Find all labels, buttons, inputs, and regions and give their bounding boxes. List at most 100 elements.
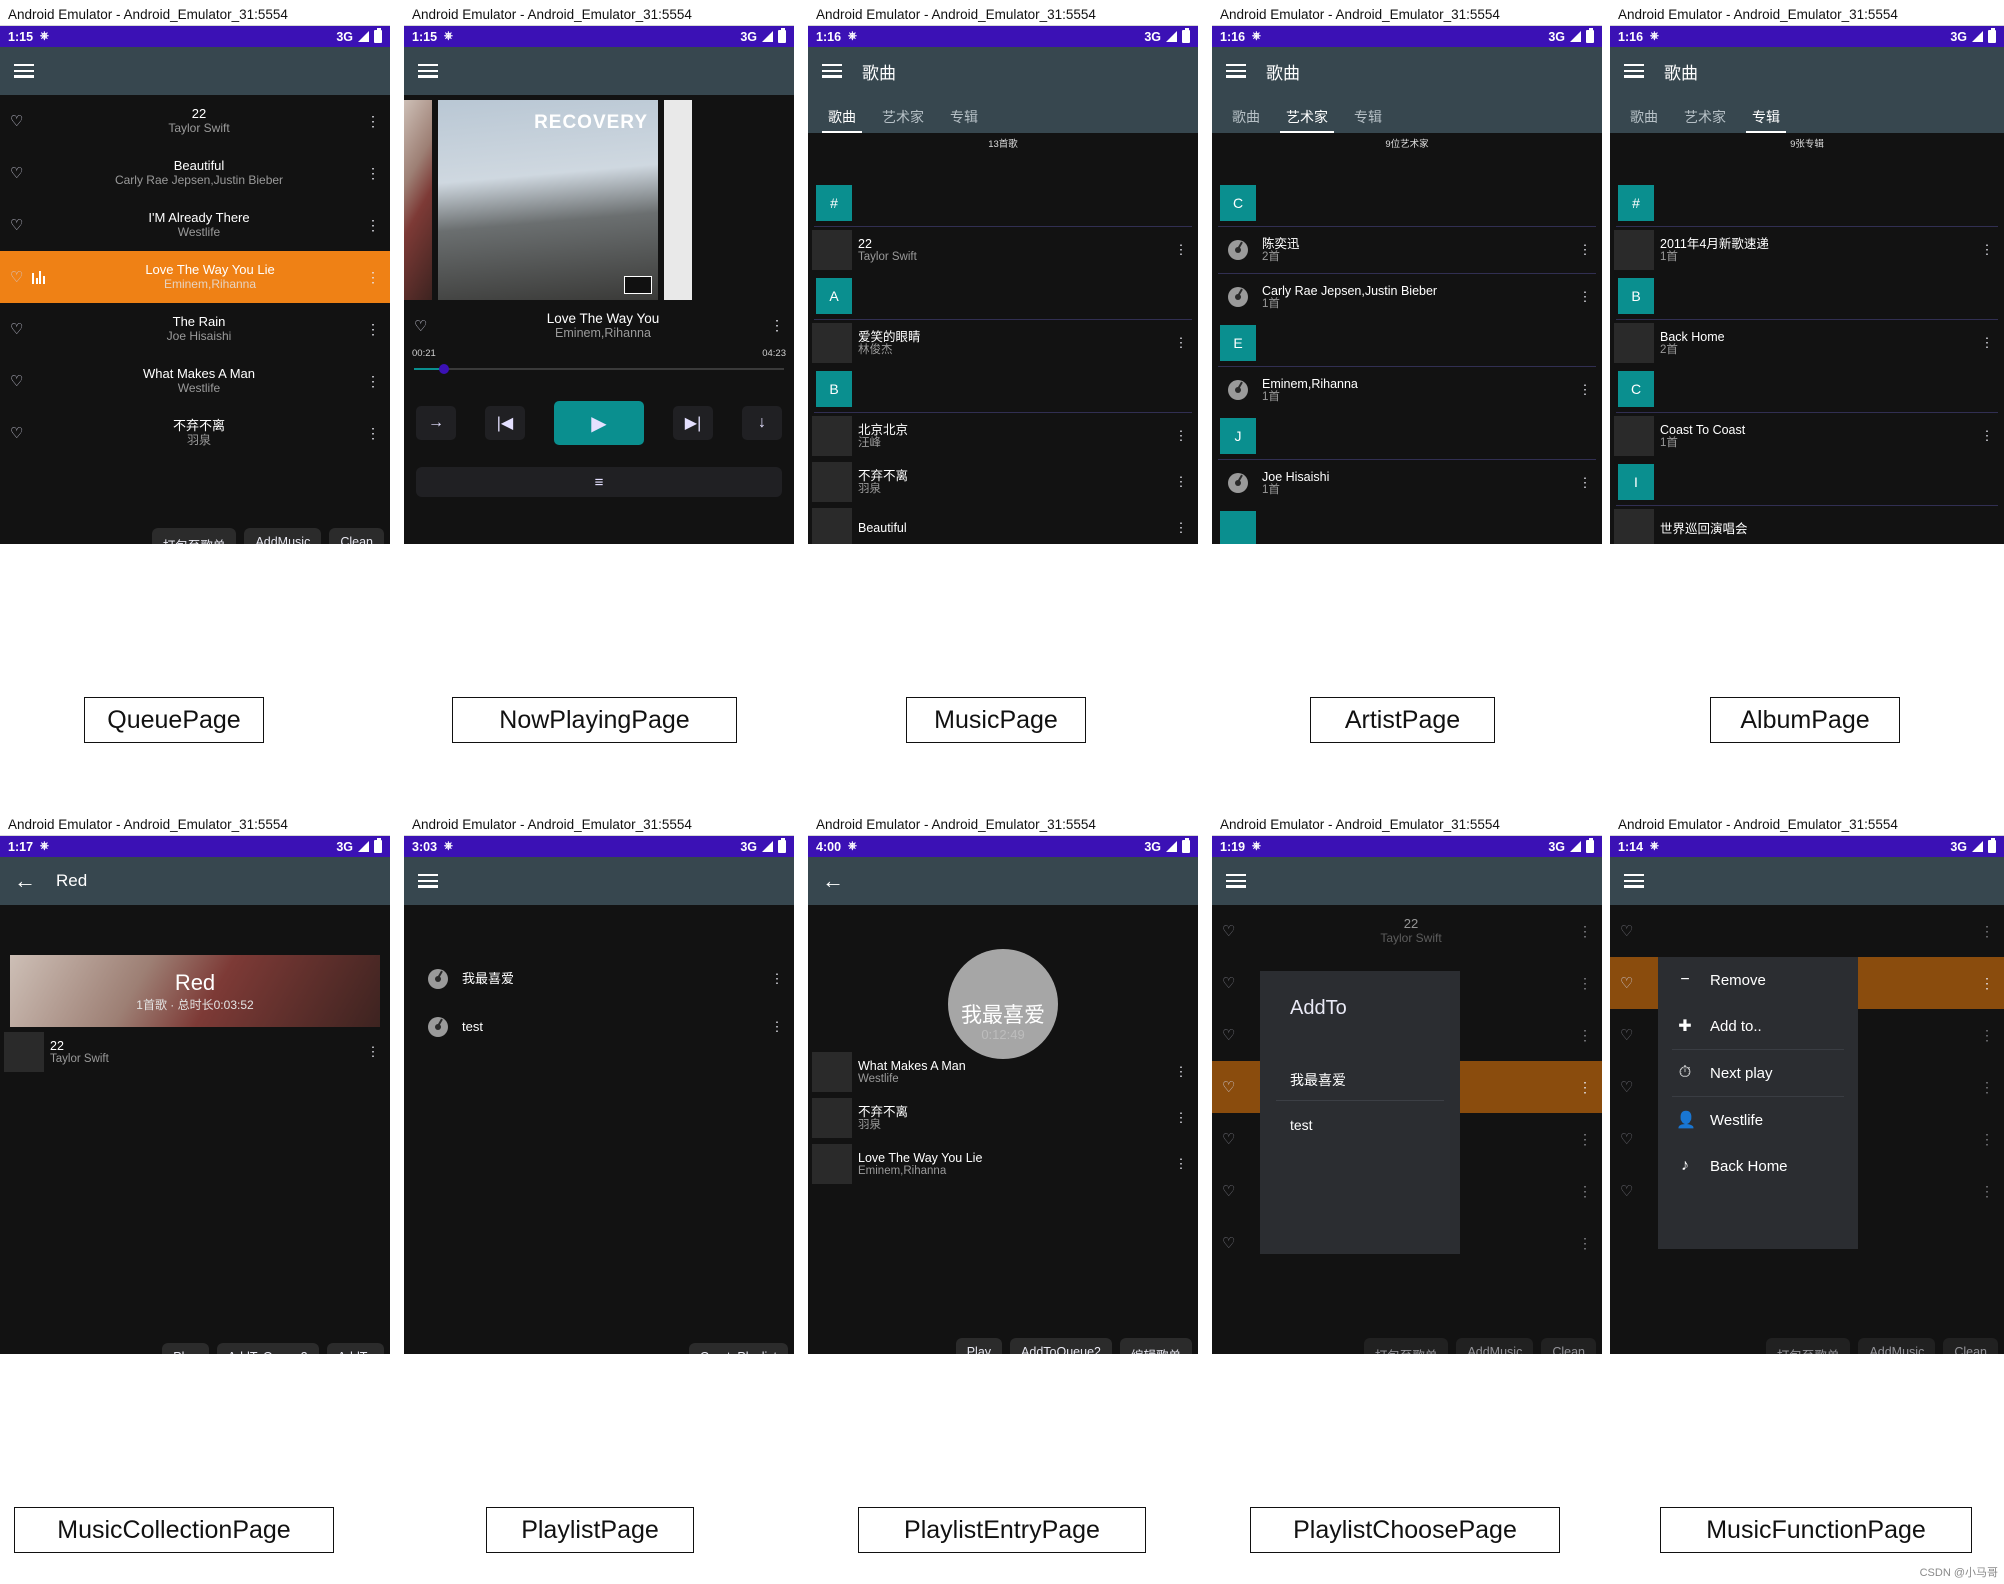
clean-button[interactable]: Clean bbox=[329, 528, 384, 544]
artist-row[interactable]: Carly Rae Jepsen,Justin Bieber 1首 ⋮ bbox=[1212, 274, 1602, 320]
overflow-icon[interactable]: ⋮ bbox=[1980, 1027, 1994, 1044]
overflow-icon[interactable]: ⋮ bbox=[1578, 242, 1592, 258]
queue-row[interactable]: ♡ 22 Taylor Swift ⋮ bbox=[1212, 905, 1602, 957]
queue-row[interactable]: ♡ ⋮ bbox=[1610, 905, 2004, 957]
overflow-icon[interactable]: ⋮ bbox=[1980, 1183, 1994, 1200]
menu-item-add-to[interactable]: ✚ Add to.. bbox=[1658, 1003, 1858, 1049]
overflow-icon[interactable]: ⋮ bbox=[1980, 335, 1994, 351]
queue-row[interactable]: ♡ What Makes A Man Westlife ⋮ bbox=[0, 355, 390, 407]
favorite-icon[interactable]: ♡ bbox=[10, 164, 32, 182]
album-art-prev[interactable] bbox=[404, 100, 432, 300]
favorite-icon[interactable]: ♡ bbox=[1620, 974, 1642, 992]
song-row[interactable]: 北京北京 汪峰 ⋮ bbox=[808, 413, 1198, 459]
song-row[interactable]: 不弃不离 羽泉 ⋮ bbox=[808, 1095, 1198, 1141]
overflow-icon[interactable]: ⋮ bbox=[1174, 1064, 1188, 1080]
pack-to-playlist-button[interactable]: 打包至歌单 bbox=[1765, 1338, 1851, 1354]
artist-row[interactable]: 陈奕迅 2首 ⋮ bbox=[1212, 227, 1602, 273]
favorite-icon[interactable]: ♡ bbox=[10, 424, 32, 442]
overflow-icon[interactable]: ⋮ bbox=[1980, 975, 1994, 992]
overflow-icon[interactable]: ⋮ bbox=[1174, 428, 1188, 444]
add-to-queue2-button[interactable]: AddToQueue2 bbox=[216, 1343, 319, 1354]
previous-button[interactable]: |◀ bbox=[485, 406, 525, 440]
menu-item-album[interactable]: ♪ Back Home bbox=[1658, 1143, 1858, 1189]
tab-albums[interactable]: 专辑 bbox=[950, 107, 978, 133]
show-queue-button[interactable]: ≡ bbox=[416, 467, 782, 497]
menu-item-remove[interactable]: − Remove bbox=[1658, 957, 1858, 1003]
menu-item-next-play[interactable]: ⏱ Next play bbox=[1658, 1050, 1858, 1096]
overflow-icon[interactable]: ⋮ bbox=[1174, 242, 1188, 258]
playlist-row[interactable]: test ⋮ bbox=[404, 1003, 794, 1051]
song-row[interactable]: 不弃不离 羽泉 ⋮ bbox=[808, 459, 1198, 505]
menu-icon[interactable] bbox=[822, 64, 842, 78]
favorite-icon[interactable]: ♡ bbox=[414, 317, 436, 335]
album-row[interactable]: Back Home 2首 ⋮ bbox=[1610, 320, 2004, 366]
album-art-next[interactable] bbox=[664, 100, 692, 300]
favorite-icon[interactable]: ♡ bbox=[1222, 1130, 1244, 1148]
queue-row[interactable]: ♡ Beautiful Carly Rae Jepsen,Justin Biebe… bbox=[0, 147, 390, 199]
next-button[interactable]: ▶| bbox=[673, 406, 713, 440]
dialog-item-my-favorites[interactable]: 我最喜爱 bbox=[1260, 1020, 1460, 1100]
overflow-icon[interactable]: ⋮ bbox=[1578, 1079, 1592, 1096]
overflow-icon[interactable]: ⋮ bbox=[1174, 1156, 1188, 1172]
artist-row[interactable]: Eminem,Rihanna 1首 ⋮ bbox=[1212, 367, 1602, 413]
album-art-current[interactable]: RECOVERY bbox=[438, 100, 658, 300]
song-row[interactable]: 22 Taylor Swift ⋮ bbox=[808, 227, 1198, 273]
add-to-button[interactable]: AddTo bbox=[326, 1343, 384, 1354]
song-row[interactable]: Beautiful ⋮ bbox=[808, 505, 1198, 544]
favorite-icon[interactable]: ♡ bbox=[1222, 1078, 1244, 1096]
overflow-icon[interactable]: ⋮ bbox=[1174, 520, 1188, 536]
menu-icon[interactable] bbox=[1226, 64, 1246, 78]
favorite-icon[interactable]: ♡ bbox=[1620, 1130, 1642, 1148]
add-music-button[interactable]: AddMusic bbox=[1456, 1338, 1534, 1354]
tab-songs[interactable]: 歌曲 bbox=[1630, 107, 1658, 133]
overflow-icon[interactable]: ⋮ bbox=[366, 269, 380, 286]
overflow-icon[interactable]: ⋮ bbox=[1578, 1131, 1592, 1148]
play-mode-button[interactable]: → bbox=[416, 406, 456, 440]
back-arrow-icon[interactable]: ← bbox=[822, 870, 844, 892]
album-row[interactable]: 世界巡回演唱会 bbox=[1610, 506, 2004, 544]
playlist-row[interactable]: 我最喜爱 ⋮ bbox=[404, 955, 794, 1003]
overflow-icon[interactable]: ⋮ bbox=[366, 217, 380, 234]
queue-row[interactable]: ♡ 不弃不离 羽泉 ⋮ bbox=[0, 407, 390, 459]
favorite-icon[interactable]: ♡ bbox=[1222, 922, 1244, 940]
favorite-icon[interactable]: ♡ bbox=[1620, 1026, 1642, 1044]
song-row[interactable]: 爱笑的眼睛 林俊杰 ⋮ bbox=[808, 320, 1198, 366]
queue-row[interactable]: ♡ 22 Taylor Swift ⋮ bbox=[0, 95, 390, 147]
artist-row[interactable]: Joe Hisaishi 1首 ⋮ bbox=[1212, 460, 1602, 506]
seek-slider[interactable] bbox=[414, 363, 784, 375]
overflow-icon[interactable]: ⋮ bbox=[770, 317, 784, 334]
back-arrow-icon[interactable]: ← bbox=[14, 870, 36, 892]
tab-albums[interactable]: 专辑 bbox=[1746, 107, 1786, 134]
overflow-icon[interactable]: ⋮ bbox=[366, 373, 380, 390]
queue-row[interactable]: ♡ I'M Already There Westlife ⋮ bbox=[0, 199, 390, 251]
play-button[interactable]: Play bbox=[162, 1343, 209, 1354]
tab-albums[interactable]: 专辑 bbox=[1354, 107, 1382, 133]
edit-playlist-button[interactable]: 编辑歌单 bbox=[1119, 1338, 1192, 1354]
queue-row[interactable]: ♡ The Rain Joe Hisaishi ⋮ bbox=[0, 303, 390, 355]
menu-icon[interactable] bbox=[418, 874, 438, 888]
favorite-icon[interactable]: ♡ bbox=[1620, 1182, 1642, 1200]
pack-to-playlist-button[interactable]: 打包至歌单 bbox=[1363, 1338, 1449, 1354]
tab-songs[interactable]: 歌曲 bbox=[822, 107, 862, 134]
overflow-icon[interactable]: ⋮ bbox=[1980, 1079, 1994, 1096]
tab-artists[interactable]: 艺术家 bbox=[1280, 107, 1334, 134]
overflow-icon[interactable]: ⋮ bbox=[366, 425, 380, 442]
favorite-icon[interactable]: ♡ bbox=[1222, 1182, 1244, 1200]
menu-icon[interactable] bbox=[1226, 874, 1246, 888]
overflow-icon[interactable]: ⋮ bbox=[1174, 474, 1188, 490]
favorite-icon[interactable]: ♡ bbox=[10, 372, 32, 390]
dialog-item-test[interactable]: test bbox=[1260, 1101, 1460, 1143]
overflow-icon[interactable]: ⋮ bbox=[1578, 1027, 1592, 1044]
favorite-icon[interactable]: ♡ bbox=[10, 112, 32, 130]
tab-artists[interactable]: 艺术家 bbox=[1684, 107, 1726, 133]
menu-item-artist[interactable]: 👤 Westlife bbox=[1658, 1097, 1858, 1143]
overflow-icon[interactable]: ⋮ bbox=[366, 165, 380, 182]
play-button[interactable]: ▶ bbox=[554, 401, 644, 445]
overflow-icon[interactable]: ⋮ bbox=[1578, 382, 1592, 398]
overflow-icon[interactable]: ⋮ bbox=[1980, 923, 1994, 940]
album-carousel[interactable]: RECOVERY bbox=[404, 95, 794, 305]
overflow-icon[interactable]: ⋮ bbox=[366, 1044, 380, 1060]
song-row[interactable]: 22 Taylor Swift ⋮ bbox=[0, 1029, 390, 1075]
favorite-icon[interactable]: ♡ bbox=[10, 216, 32, 234]
queue-row-playing[interactable]: ♡ Love The Way You Lie Eminem,Rihanna ⋮ bbox=[0, 251, 390, 303]
